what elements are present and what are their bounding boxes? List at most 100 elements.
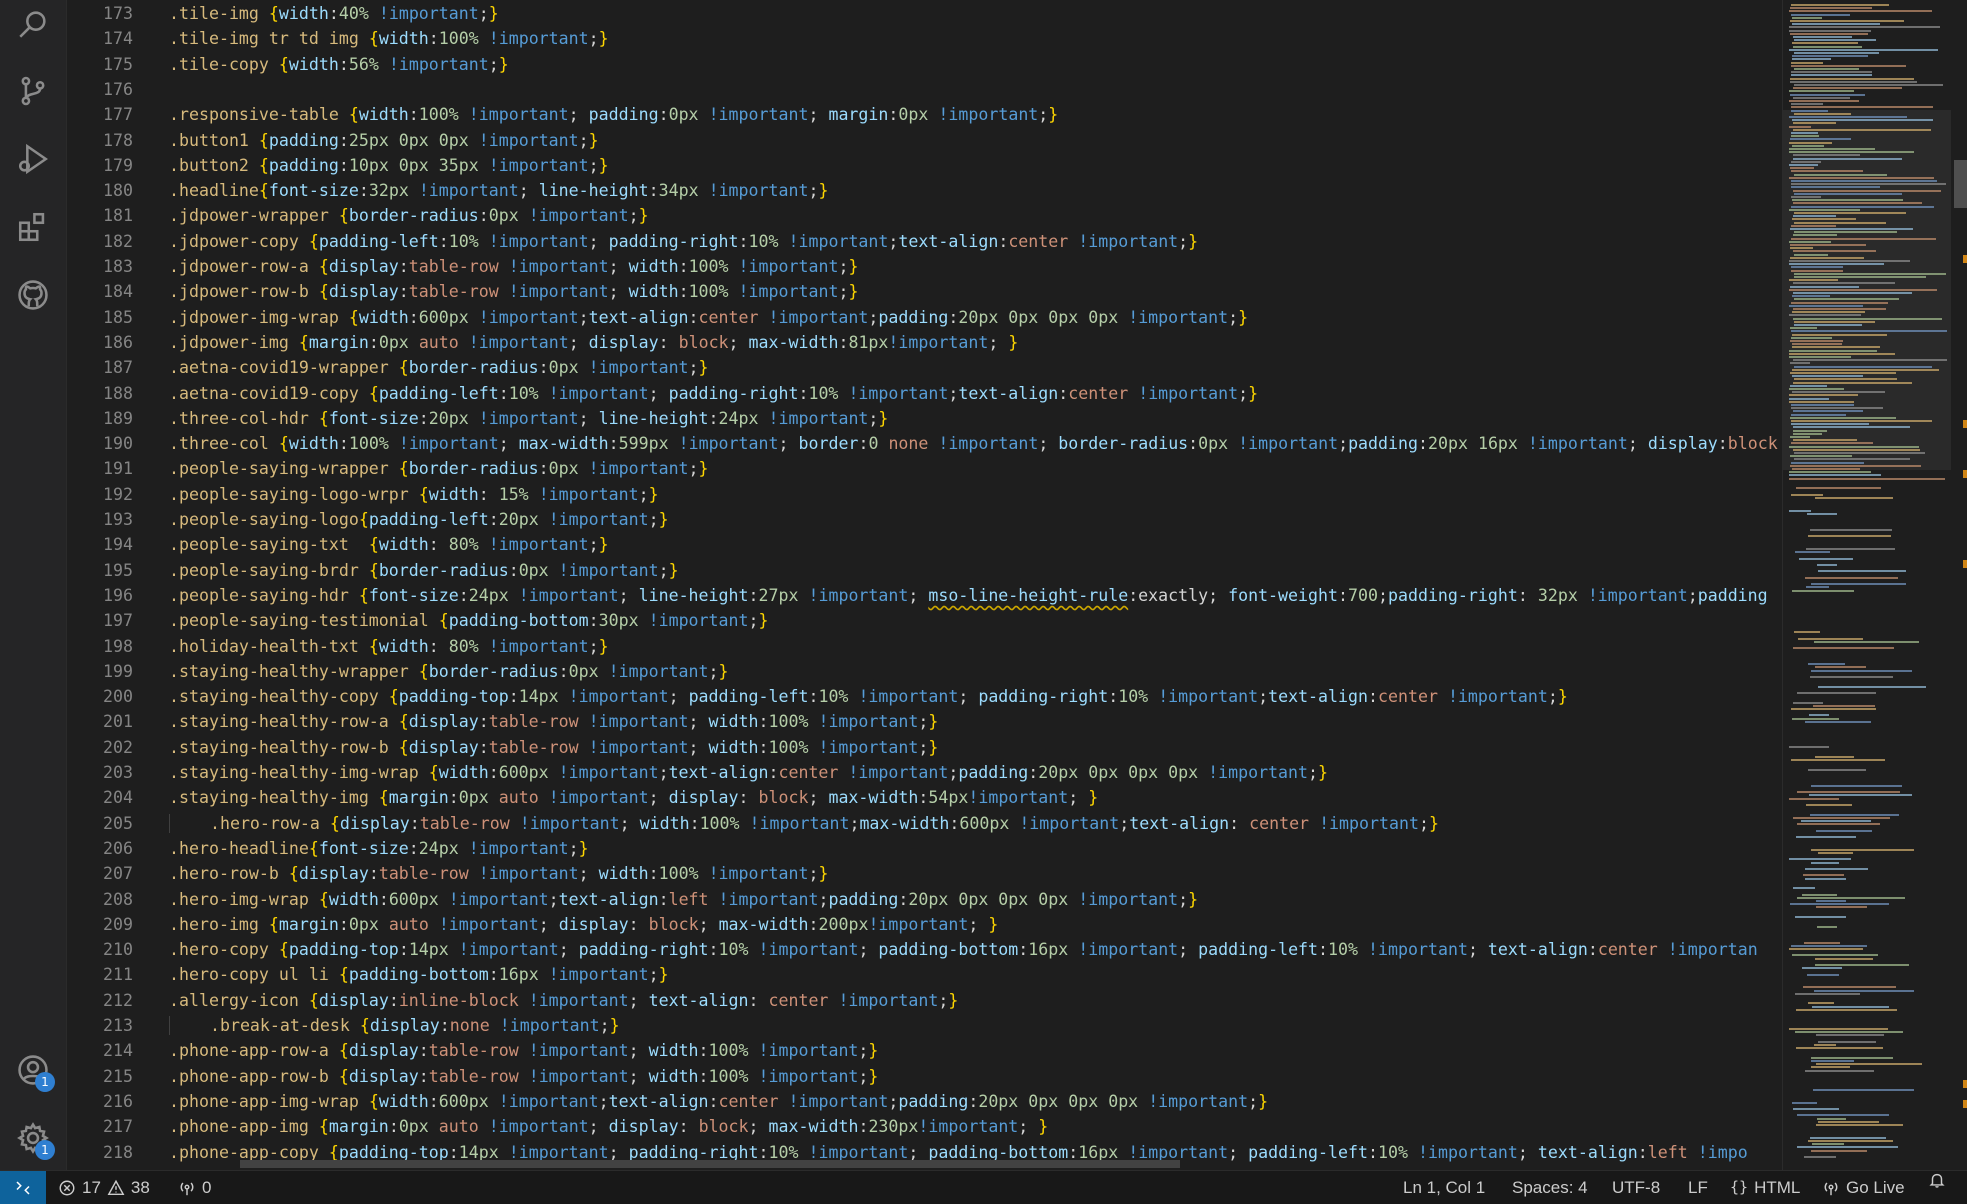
- minimap-line: [1791, 135, 1819, 138]
- indentation[interactable]: Spaces: 4: [1512, 1171, 1588, 1204]
- minimap-line: [1813, 704, 1875, 707]
- line-number: 206: [103, 838, 133, 858]
- code-text: .responsive-table {width:100% !important…: [169, 102, 1058, 127]
- code-line[interactable]: 209 .hero-img {margin:0px auto !important…: [67, 912, 998, 937]
- code-line[interactable]: 204 .staying-healthy-img {margin:0px auto…: [67, 785, 1098, 810]
- code-token: :: [758, 712, 769, 732]
- code-line[interactable]: 207 .hero-row-b {display:table-row !impor…: [67, 861, 828, 886]
- code-line[interactable]: 193 .people-saying-logo{padding-left:20px…: [67, 507, 669, 532]
- code-line[interactable]: 210 .hero-copy {padding-top:14px !importa…: [67, 937, 1758, 962]
- code-line[interactable]: 203 .staying-healthy-img-wrap {width:600p…: [67, 760, 1328, 785]
- vertical-scrollbar[interactable]: [1954, 0, 1967, 1170]
- code-token: :: [488, 965, 499, 985]
- code-line[interactable]: 213 .break-at-desk {display:none !import…: [67, 1013, 620, 1038]
- code-token: !important: [558, 763, 659, 782]
- code-line[interactable]: 201 .staying-healthy-row-a {display:table…: [67, 709, 938, 734]
- minimap[interactable]: [1782, 0, 1967, 1170]
- minimap-line: [1807, 512, 1837, 515]
- minimap-line: [1793, 410, 1863, 413]
- code-token: !important: [468, 838, 569, 858]
- code-editor[interactable]: 173 .tile-img {width:40% !important;} 174.…: [67, 0, 1782, 1170]
- code-line[interactable]: 186 .jdpower-img {margin:0px auto !import…: [67, 330, 1018, 355]
- cursor-position[interactable]: Ln 1, Col 1: [1403, 1171, 1485, 1204]
- code-line[interactable]: 202 .staying-healthy-row-b {display:table…: [67, 735, 938, 760]
- remote-indicator[interactable]: [0, 1171, 46, 1204]
- code-line[interactable]: 214 .phone-app-row-a {display:table-row !…: [67, 1038, 878, 1063]
- code-token: !important: [519, 813, 620, 833]
- code-line[interactable]: 190 .three-col {width:100% !important; ma…: [67, 431, 1778, 456]
- settings-gear-icon[interactable]: 1: [9, 1114, 57, 1162]
- minimap-line: [1797, 692, 1876, 694]
- encoding[interactable]: UTF-8: [1612, 1171, 1660, 1204]
- github-icon[interactable]: [9, 271, 57, 319]
- code-line[interactable]: 195 .people-saying-brdr {border-radius:0p…: [67, 558, 679, 583]
- horizontal-scrollbar[interactable]: [240, 1160, 1180, 1168]
- line-number: 178: [103, 130, 133, 150]
- minimap-line: [1794, 272, 1946, 275]
- code-line[interactable]: 197 .people-saying-testimonial {padding-b…: [67, 608, 768, 633]
- code-token: }: [988, 914, 999, 934]
- search-icon[interactable]: [9, 0, 57, 48]
- language-mode[interactable]: {} HTML: [1730, 1171, 1800, 1204]
- code-text: .people-saying-testimonial {padding-bott…: [169, 608, 769, 633]
- code-line[interactable]: 200 .staying-healthy-copy {padding-top:14…: [67, 684, 1568, 709]
- code-token: {: [268, 914, 279, 934]
- code-token: ;: [638, 484, 649, 504]
- code-line[interactable]: 208 .hero-img-wrap {width:600px !importan…: [67, 887, 1198, 912]
- code-line[interactable]: 211 .hero-copy ul li {padding-bottom:16px…: [67, 962, 669, 987]
- code-token: table-row: [378, 864, 469, 884]
- code-line[interactable]: 177 .responsive-table {width:100% !import…: [67, 102, 1058, 127]
- code-line[interactable]: 184 .jdpower-row-b {display:table-row !im…: [67, 279, 858, 304]
- code-line[interactable]: 206 .hero-headline{font-size:24px !import…: [67, 836, 589, 861]
- code-line[interactable]: 215 .phone-app-row-b {display:table-row !…: [67, 1064, 878, 1089]
- source-control-icon[interactable]: [9, 67, 57, 115]
- code-line[interactable]: 194 .people-saying-txt {width: 80% !impor…: [67, 532, 609, 557]
- accounts-icon[interactable]: 1: [9, 1046, 57, 1094]
- code-line[interactable]: 216 .phone-app-img-wrap {width:600px !imp…: [67, 1089, 1268, 1114]
- code-line[interactable]: 218 .phone-app-copy {padding-top:14px !im…: [67, 1140, 1748, 1165]
- code-line[interactable]: 205 .hero-row-a {display:table-row !impo…: [67, 811, 1439, 836]
- code-token: ;: [488, 54, 499, 74]
- code-token: 20px: [498, 510, 539, 529]
- code-line[interactable]: 188 .aetna-covid19-copy {padding-left:10%…: [67, 381, 1258, 406]
- code-token: 0px: [458, 788, 489, 808]
- code-line[interactable]: 182 .jdpower-copy {padding-left:10% !impo…: [67, 229, 1198, 254]
- code-text: .jdpower-img-wrap {width:600px !importan…: [169, 305, 1248, 330]
- code-line[interactable]: 191 .people-saying-wrapper {border-radius…: [67, 456, 709, 481]
- code-line[interactable]: 212 .allergy-icon {display:inline-block !…: [67, 988, 958, 1013]
- minimap-line: [1791, 266, 1843, 269]
- code-line[interactable]: 175 .tile-copy {width:56% !important;}: [67, 52, 509, 77]
- scrollbar-thumb[interactable]: [1954, 160, 1967, 208]
- code-line[interactable]: 176: [67, 77, 133, 102]
- code-line[interactable]: 185 .jdpower-img-wrap {width:600px !impor…: [67, 305, 1248, 330]
- problems-indicator[interactable]: 17 38: [58, 1171, 150, 1204]
- code-line[interactable]: 189 .three-col-hdr {font-size:20px !impor…: [67, 406, 888, 431]
- code-line[interactable]: 217 .phone-app-img {margin:0px auto !impo…: [67, 1114, 1048, 1139]
- code-token: ;: [588, 1117, 609, 1137]
- code-line[interactable]: 174 .tile-img tr td img {width:100% !impo…: [67, 26, 609, 51]
- code-line[interactable]: 199 .staying-healthy-wrapper {border-radi…: [67, 659, 729, 684]
- ports-indicator[interactable]: 0: [178, 1171, 211, 1204]
- code-line[interactable]: 198 .holiday-health-txt {width: 80% !impo…: [67, 634, 609, 659]
- code-line[interactable]: 173 .tile-img {width:40% !important;}: [67, 1, 499, 26]
- code-text: .staying-healthy-img-wrap {width:600px !…: [169, 760, 1328, 785]
- code-token: ;: [518, 181, 539, 201]
- code-line[interactable]: 183 .jdpower-row-a {display:table-row !im…: [67, 254, 858, 279]
- code-line[interactable]: 192 .people-saying-logo-wrpr {width: 15% …: [67, 482, 659, 507]
- notifications-bell-icon[interactable]: [1928, 1171, 1946, 1189]
- code-token: !important: [768, 408, 869, 428]
- minimap-line: [1791, 160, 1821, 163]
- code-line[interactable]: 187 .aetna-covid19-wrapper {border-radius…: [67, 355, 709, 380]
- code-line[interactable]: 179 .button2 {padding:10px 0px 35px !impo…: [67, 153, 609, 178]
- go-live-button[interactable]: Go Live: [1822, 1171, 1905, 1204]
- code-line[interactable]: 180 .headline{font-size:32px !important; …: [67, 178, 828, 203]
- run-debug-icon[interactable]: [9, 135, 57, 183]
- end-of-line[interactable]: LF: [1688, 1171, 1708, 1204]
- code-line[interactable]: 178 .button1 {padding:25px 0px 0px !impor…: [67, 128, 599, 153]
- code-line[interactable]: 196 .people-saying-hdr {font-size:24px !i…: [67, 583, 1768, 608]
- extensions-icon[interactable]: [9, 203, 57, 251]
- code-token: {: [338, 965, 349, 985]
- code-line[interactable]: 181 .jdpower-wrapper {border-radius:0px !…: [67, 203, 649, 228]
